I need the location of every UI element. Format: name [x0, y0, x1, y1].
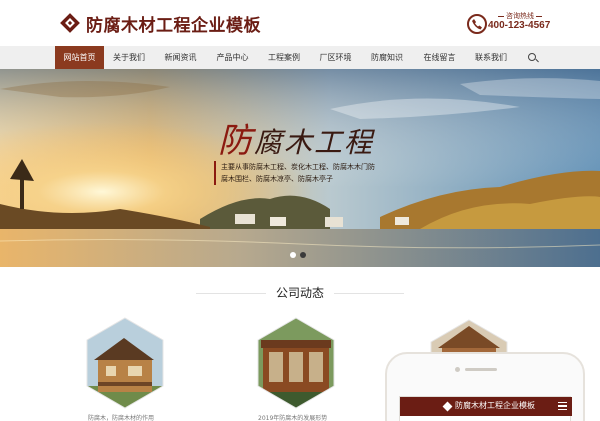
- section-divider-right: [334, 293, 404, 294]
- slider-dot-1[interactable]: [290, 252, 296, 258]
- news-card-2-image[interactable]: [255, 316, 337, 410]
- phone-mockup: 防腐木材工程企业模板: [385, 352, 585, 421]
- banner-title-rest: 腐木工程: [254, 126, 375, 159]
- nav-item-6[interactable]: 厂区环境: [310, 46, 361, 69]
- news-card-1-caption[interactable]: 防腐木，防腐木材的作用: [88, 413, 154, 421]
- nav-item-5[interactable]: 工程案例: [258, 46, 310, 69]
- nav-items: 网站首页 关于我们 新闻资讯 产品中心 工程案例 厂区环境 防腐知识 在线留言 联系我们: [55, 46, 516, 69]
- hotline-number: 400-123-4567: [488, 20, 551, 31]
- news-card-1-image[interactable]: [84, 316, 166, 410]
- nav-item-4[interactable]: 产品中心: [207, 46, 258, 69]
- nav-item-7[interactable]: 防腐知识: [361, 46, 413, 69]
- phone-speaker: [465, 368, 497, 371]
- slider-dot-2[interactable]: [300, 252, 306, 258]
- banner-title-first: 防: [218, 121, 254, 161]
- news-card-2-caption[interactable]: 2019年防腐木的发展形势: [258, 413, 327, 421]
- banner-description: 主要从事防腐木工程、炭化木工程、防腐木木门防腐木围栏、防腐木凉亭、防腐木亭子: [214, 161, 376, 185]
- hamburger-menu-icon[interactable]: [558, 402, 567, 411]
- phone-icon: [467, 14, 487, 34]
- main-nav: 网站首页 关于我们 新闻资讯 产品中心 工程案例 厂区环境 防腐知识 在线留言 联系我们: [0, 46, 600, 69]
- diamond-logo-icon[interactable]: [59, 12, 81, 34]
- phone-camera: [455, 367, 460, 372]
- section-title: 公司动态: [275, 286, 324, 300]
- nav-item-3[interactable]: 新闻资讯: [154, 46, 207, 69]
- nav-item-2[interactable]: 关于我们: [104, 46, 154, 69]
- phone-screen: 防腐木材工程企业模板: [399, 396, 572, 421]
- nav-item-8[interactable]: 在线留言: [413, 46, 466, 69]
- site-title[interactable]: 防腐木材工程企业模板: [86, 11, 261, 36]
- site-header: 防腐木材工程企业模板 咨询热线 400-123-4567: [0, 0, 600, 46]
- nav-item-9[interactable]: 联系我们: [466, 46, 516, 69]
- phone-logo-icon: [442, 401, 453, 412]
- banner-title: 防腐木工程: [218, 113, 374, 162]
- phone-title: 防腐木材工程企业模板: [455, 401, 535, 410]
- nav-item-1[interactable]: 网站首页: [55, 46, 104, 69]
- search-icon[interactable]: [528, 53, 536, 61]
- phone-header-bar: 防腐木材工程企业模板: [400, 397, 572, 416]
- hero-banner: 防腐木工程 主要从事防腐木工程、炭化木工程、防腐木木门防腐木围栏、防腐木凉亭、防…: [0, 69, 600, 267]
- slider-dots: [290, 252, 306, 258]
